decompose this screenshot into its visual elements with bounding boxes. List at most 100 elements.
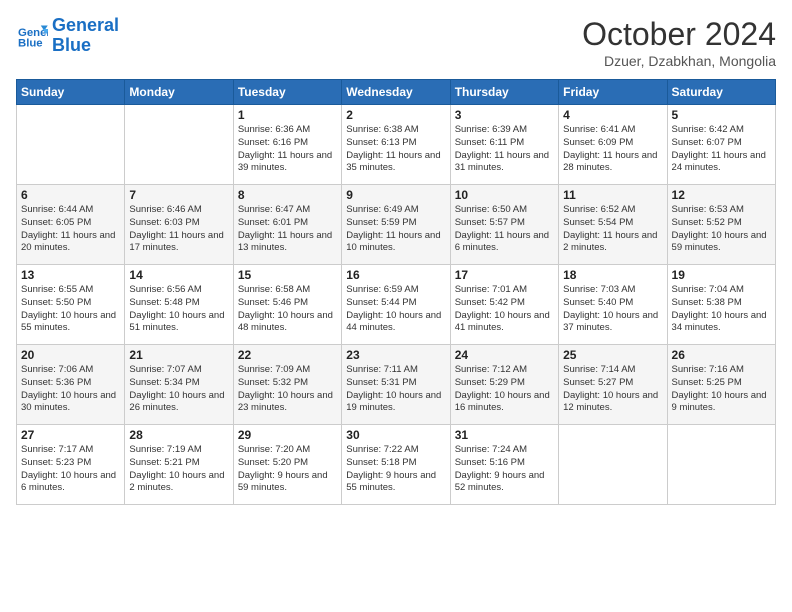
day-number: 11 [563, 188, 662, 202]
weekday-header: Sunday [17, 80, 125, 105]
day-details: Sunrise: 6:38 AM Sunset: 6:13 PM Dayligh… [346, 124, 445, 175]
calendar-cell: 12 Sunrise: 6:53 AM Sunset: 5:52 PM Dayli… [667, 185, 775, 265]
day-details: Sunrise: 6:55 AM Sunset: 5:50 PM Dayligh… [21, 284, 120, 335]
calendar-cell: 11 Sunrise: 6:52 AM Sunset: 5:54 PM Dayli… [559, 185, 667, 265]
day-number: 22 [238, 348, 337, 362]
calendar-cell: 19Sunrise: 7:04 AM Sunset: 5:38 PM Dayli… [667, 265, 775, 345]
day-number: 8 [238, 188, 337, 202]
day-number: 28 [129, 428, 228, 442]
calendar-cell: 5 Sunrise: 6:42 AM Sunset: 6:07 PM Daylig… [667, 105, 775, 185]
logo-icon: General Blue [16, 22, 48, 50]
calendar-week-row: 13 Sunrise: 6:55 AM Sunset: 5:50 PM Dayli… [17, 265, 776, 345]
day-number: 24 [455, 348, 554, 362]
calendar-cell [17, 105, 125, 185]
calendar-cell: 2 Sunrise: 6:38 AM Sunset: 6:13 PM Daylig… [342, 105, 450, 185]
calendar-cell: 13 Sunrise: 6:55 AM Sunset: 5:50 PM Dayli… [17, 265, 125, 345]
month-title: October 2024 [582, 16, 776, 53]
calendar-week-row: 20 Sunrise: 7:06 AM Sunset: 5:36 PM Dayli… [17, 345, 776, 425]
calendar-body: 1 Sunrise: 6:36 AM Sunset: 6:16 PM Daylig… [17, 105, 776, 505]
day-details: Sunrise: 7:11 AM Sunset: 5:31 PM Dayligh… [346, 364, 445, 415]
calendar-cell: 1 Sunrise: 6:36 AM Sunset: 6:16 PM Daylig… [233, 105, 341, 185]
day-details: Sunrise: 7:22 AM Sunset: 5:18 PM Dayligh… [346, 444, 445, 495]
day-number: 13 [21, 268, 120, 282]
calendar-week-row: 1 Sunrise: 6:36 AM Sunset: 6:16 PM Daylig… [17, 105, 776, 185]
day-details: Sunrise: 7:17 AM Sunset: 5:23 PM Dayligh… [21, 444, 120, 495]
day-number: 25 [563, 348, 662, 362]
day-number: 4 [563, 108, 662, 122]
calendar-cell: 3 Sunrise: 6:39 AM Sunset: 6:11 PM Daylig… [450, 105, 558, 185]
day-details: Sunrise: 6:50 AM Sunset: 5:57 PM Dayligh… [455, 204, 554, 255]
day-details: Sunrise: 6:56 AM Sunset: 5:48 PM Dayligh… [129, 284, 228, 335]
calendar-cell: 15 Sunrise: 6:58 AM Sunset: 5:46 PM Dayli… [233, 265, 341, 345]
day-number: 12 [672, 188, 771, 202]
day-details: Sunrise: 7:14 AM Sunset: 5:27 PM Dayligh… [563, 364, 662, 415]
day-details: Sunrise: 7:16 AM Sunset: 5:25 PM Dayligh… [672, 364, 771, 415]
logo: General Blue General Blue [16, 16, 119, 56]
calendar-table: SundayMondayTuesdayWednesdayThursdayFrid… [16, 79, 776, 505]
location-subtitle: Dzuer, Dzabkhan, Mongolia [582, 53, 776, 69]
day-details: Sunrise: 6:53 AM Sunset: 5:52 PM Dayligh… [672, 204, 771, 255]
calendar-week-row: 27Sunrise: 7:17 AM Sunset: 5:23 PM Dayli… [17, 425, 776, 505]
day-details: Sunrise: 7:24 AM Sunset: 5:16 PM Dayligh… [455, 444, 554, 495]
calendar-week-row: 6Sunrise: 6:44 AM Sunset: 6:05 PM Daylig… [17, 185, 776, 265]
day-number: 18 [563, 268, 662, 282]
weekday-header: Monday [125, 80, 233, 105]
calendar-cell: 7Sunrise: 6:46 AM Sunset: 6:03 PM Daylig… [125, 185, 233, 265]
day-number: 3 [455, 108, 554, 122]
weekday-header: Saturday [667, 80, 775, 105]
day-number: 29 [238, 428, 337, 442]
calendar-cell: 8 Sunrise: 6:47 AM Sunset: 6:01 PM Daylig… [233, 185, 341, 265]
day-details: Sunrise: 7:09 AM Sunset: 5:32 PM Dayligh… [238, 364, 337, 415]
day-details: Sunrise: 6:36 AM Sunset: 6:16 PM Dayligh… [238, 124, 337, 175]
day-details: Sunrise: 6:41 AM Sunset: 6:09 PM Dayligh… [563, 124, 662, 175]
day-number: 9 [346, 188, 445, 202]
calendar-cell: 9 Sunrise: 6:49 AM Sunset: 5:59 PM Daylig… [342, 185, 450, 265]
day-details: Sunrise: 6:58 AM Sunset: 5:46 PM Dayligh… [238, 284, 337, 335]
day-number: 21 [129, 348, 228, 362]
calendar-cell: 31 Sunrise: 7:24 AM Sunset: 5:16 PM Dayli… [450, 425, 558, 505]
day-details: Sunrise: 7:01 AM Sunset: 5:42 PM Dayligh… [455, 284, 554, 335]
day-details: Sunrise: 6:47 AM Sunset: 6:01 PM Dayligh… [238, 204, 337, 255]
day-number: 14 [129, 268, 228, 282]
calendar-cell: 28 Sunrise: 7:19 AM Sunset: 5:21 PM Dayli… [125, 425, 233, 505]
calendar-cell: 14 Sunrise: 6:56 AM Sunset: 5:48 PM Dayli… [125, 265, 233, 345]
day-details: Sunrise: 6:59 AM Sunset: 5:44 PM Dayligh… [346, 284, 445, 335]
calendar-cell: 23Sunrise: 7:11 AM Sunset: 5:31 PM Dayli… [342, 345, 450, 425]
page-header: General Blue General Blue October 2024 D… [16, 16, 776, 69]
calendar-cell: 26 Sunrise: 7:16 AM Sunset: 5:25 PM Dayli… [667, 345, 775, 425]
calendar-cell: 4 Sunrise: 6:41 AM Sunset: 6:09 PM Daylig… [559, 105, 667, 185]
svg-text:Blue: Blue [18, 37, 43, 49]
day-details: Sunrise: 6:46 AM Sunset: 6:03 PM Dayligh… [129, 204, 228, 255]
calendar-cell: 20 Sunrise: 7:06 AM Sunset: 5:36 PM Dayli… [17, 345, 125, 425]
weekday-header: Wednesday [342, 80, 450, 105]
day-details: Sunrise: 7:04 AM Sunset: 5:38 PM Dayligh… [672, 284, 771, 335]
day-number: 31 [455, 428, 554, 442]
calendar-cell: 10 Sunrise: 6:50 AM Sunset: 5:57 PM Dayli… [450, 185, 558, 265]
day-number: 10 [455, 188, 554, 202]
calendar-cell [559, 425, 667, 505]
day-number: 30 [346, 428, 445, 442]
day-details: Sunrise: 7:19 AM Sunset: 5:21 PM Dayligh… [129, 444, 228, 495]
day-number: 15 [238, 268, 337, 282]
calendar-cell: 25 Sunrise: 7:14 AM Sunset: 5:27 PM Dayli… [559, 345, 667, 425]
calendar-cell: 18Sunrise: 7:03 AM Sunset: 5:40 PM Dayli… [559, 265, 667, 345]
calendar-cell: 27Sunrise: 7:17 AM Sunset: 5:23 PM Dayli… [17, 425, 125, 505]
title-block: October 2024 Dzuer, Dzabkhan, Mongolia [582, 16, 776, 69]
day-details: Sunrise: 6:49 AM Sunset: 5:59 PM Dayligh… [346, 204, 445, 255]
day-details: Sunrise: 6:44 AM Sunset: 6:05 PM Dayligh… [21, 204, 120, 255]
day-number: 5 [672, 108, 771, 122]
day-details: Sunrise: 6:42 AM Sunset: 6:07 PM Dayligh… [672, 124, 771, 175]
day-number: 1 [238, 108, 337, 122]
calendar-cell: 30 Sunrise: 7:22 AM Sunset: 5:18 PM Dayli… [342, 425, 450, 505]
day-number: 2 [346, 108, 445, 122]
day-details: Sunrise: 6:52 AM Sunset: 5:54 PM Dayligh… [563, 204, 662, 255]
day-number: 20 [21, 348, 120, 362]
calendar-cell [667, 425, 775, 505]
day-number: 26 [672, 348, 771, 362]
calendar-cell: 22 Sunrise: 7:09 AM Sunset: 5:32 PM Dayli… [233, 345, 341, 425]
logo-text: General Blue [52, 16, 119, 56]
calendar-cell: 17Sunrise: 7:01 AM Sunset: 5:42 PM Dayli… [450, 265, 558, 345]
calendar-cell: 16Sunrise: 6:59 AM Sunset: 5:44 PM Dayli… [342, 265, 450, 345]
day-details: Sunrise: 7:06 AM Sunset: 5:36 PM Dayligh… [21, 364, 120, 415]
day-details: Sunrise: 6:39 AM Sunset: 6:11 PM Dayligh… [455, 124, 554, 175]
